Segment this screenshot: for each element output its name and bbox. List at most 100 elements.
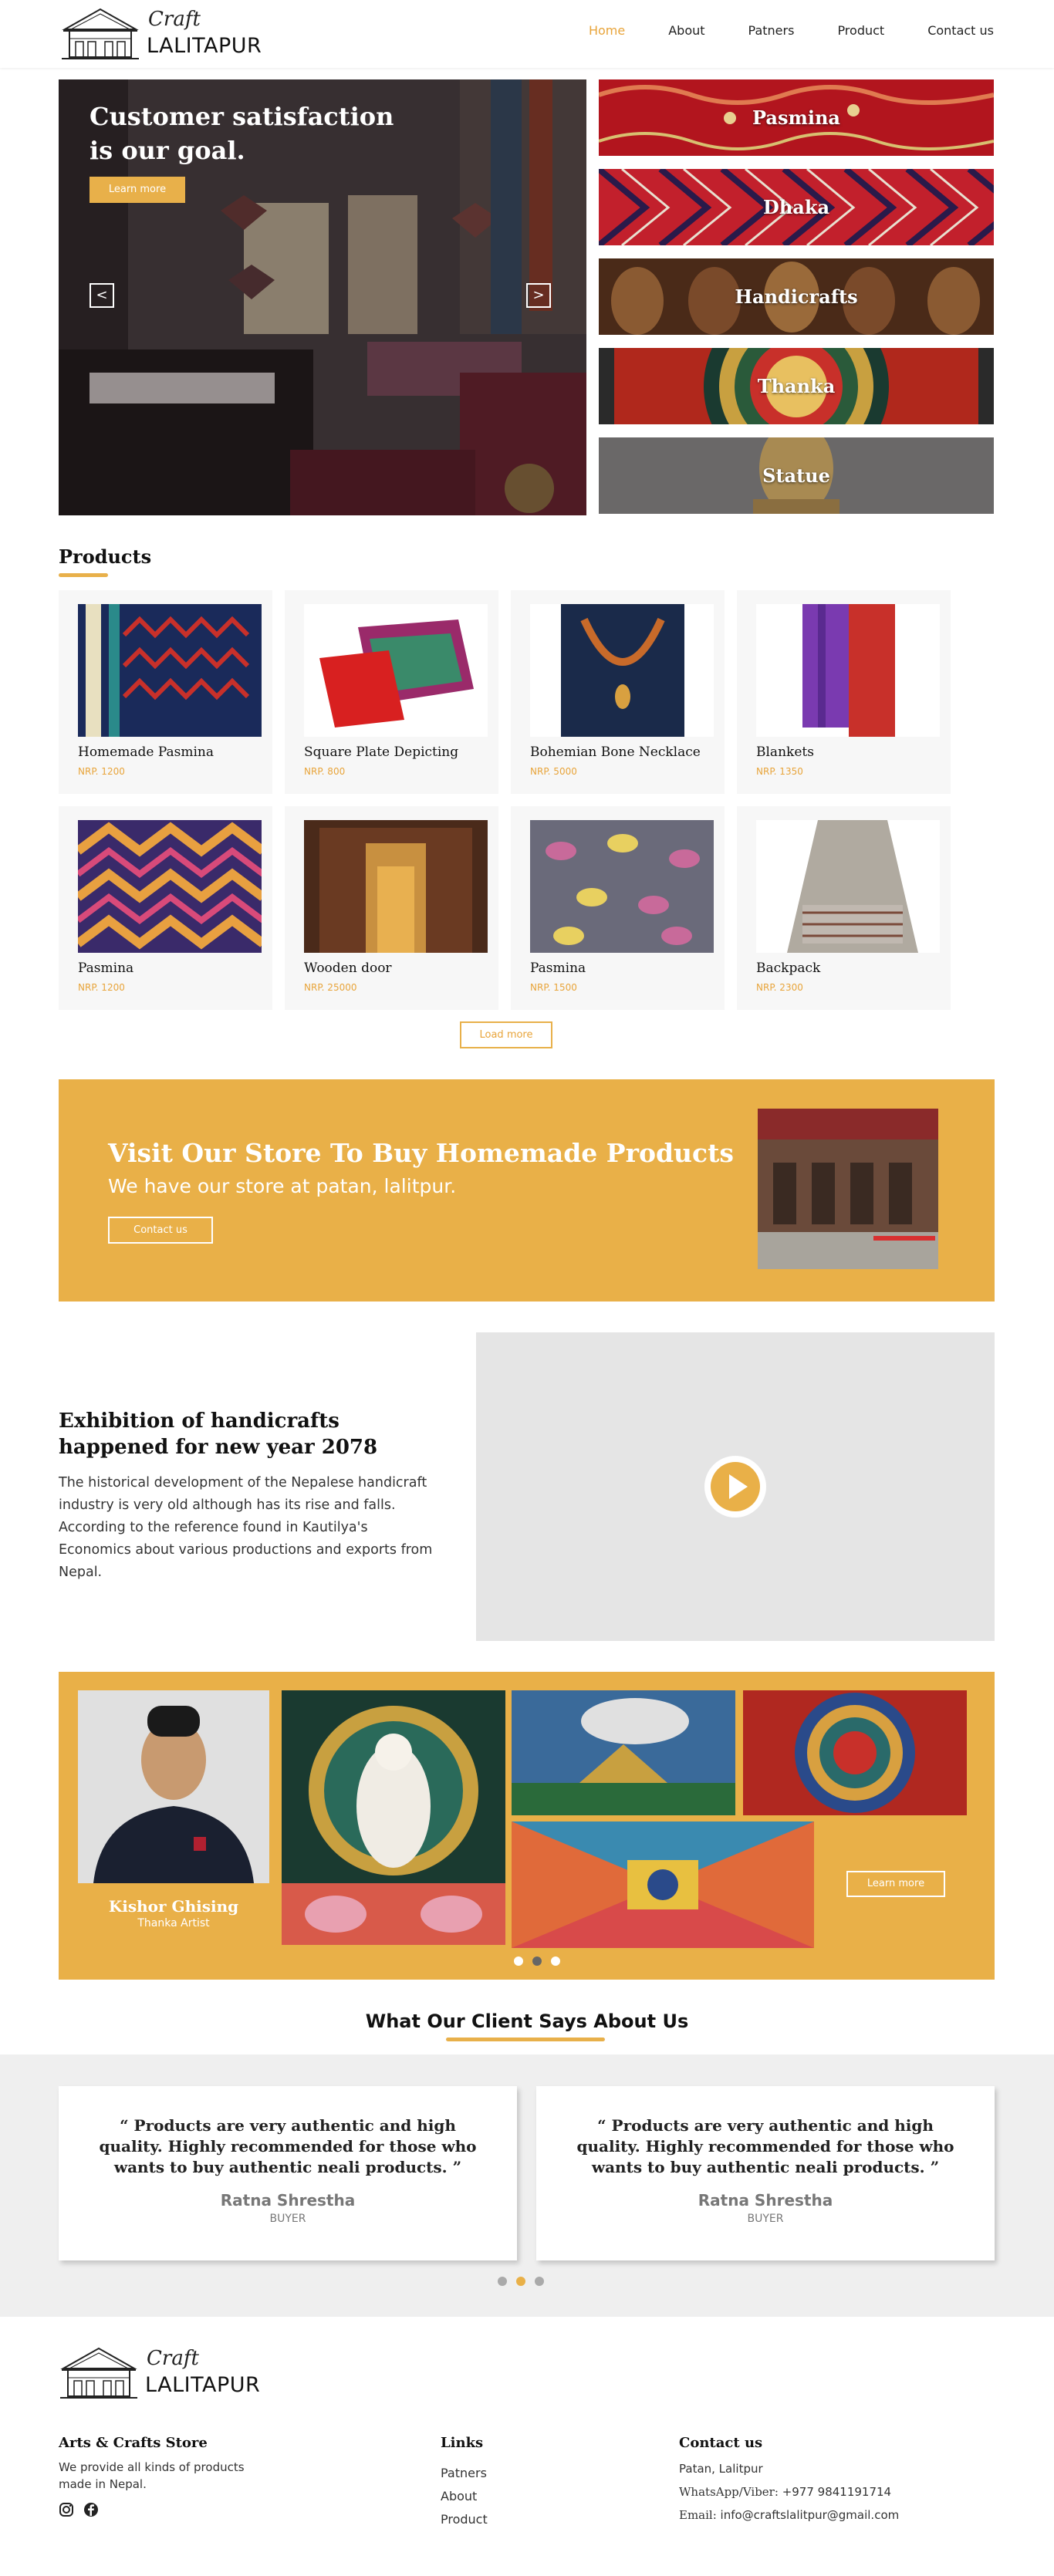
slider-dot[interactable]: [532, 1956, 542, 1966]
footer-address: Patan, Lalitpur: [679, 2462, 763, 2476]
product-image: [756, 820, 940, 953]
category-tile-handicrafts[interactable]: Handicrafts: [599, 258, 994, 335]
category-label: Statue: [762, 464, 830, 487]
product-price: NRP. 1200: [78, 982, 125, 993]
footer-phone-row: WhatsApp/Viber: +977 9841191714: [679, 2483, 891, 2500]
facebook-icon[interactable]: [83, 2502, 99, 2517]
product-price: NRP. 2300: [756, 982, 803, 993]
testimonial-role: BUYER: [747, 2213, 784, 2225]
product-price: NRP. 1500: [530, 982, 577, 993]
artist-showcase: Kishor Ghising Thanka Artist Learn more: [59, 1672, 995, 1980]
temple-logo-icon: [60, 2347, 137, 2399]
hero-prev-arrow-icon[interactable]: <: [90, 283, 114, 308]
product-card[interactable]: Bohemian Bone Necklace NRP. 5000: [511, 590, 725, 794]
nav-patners[interactable]: Patners: [748, 23, 795, 38]
footer-phone[interactable]: +977 9841191714: [782, 2485, 891, 2499]
hero-learn-more-button[interactable]: Learn more: [90, 177, 185, 203]
product-card[interactable]: Wooden door NRP. 25000: [285, 806, 498, 1010]
nav-contact[interactable]: Contact us: [927, 23, 994, 38]
category-tile-thanka[interactable]: Thanka: [599, 348, 994, 424]
slider-dot[interactable]: [514, 1956, 523, 1966]
artist-photo: [78, 1690, 269, 1883]
footer-logo[interactable]: Craft LALITAPUR: [59, 2345, 261, 2399]
testimonial-card: “ Products are very authentic and high q…: [536, 2086, 995, 2260]
product-image: [756, 604, 940, 737]
footer-about-text: We provide all kinds of products made in…: [59, 2460, 245, 2491]
product-price: NRP. 1200: [78, 766, 125, 777]
thanka-art-image: [512, 1690, 735, 1815]
footer-link-product[interactable]: Product: [441, 2512, 488, 2527]
product-name: Pasmina: [530, 961, 586, 976]
nav-about[interactable]: About: [668, 23, 704, 38]
thanka-art-image: [512, 1821, 814, 1948]
nav-product[interactable]: Product: [837, 23, 884, 38]
play-icon[interactable]: [704, 1456, 766, 1518]
product-name: Backpack: [756, 961, 821, 976]
product-card[interactable]: Pasmina NRP. 1500: [511, 806, 725, 1010]
product-card[interactable]: Blankets NRP. 1350: [737, 590, 951, 794]
exhibition-video[interactable]: [476, 1332, 995, 1641]
exhibition-title: Exhibition of handicrafts happened for n…: [59, 1410, 378, 1459]
product-card[interactable]: Homemade Pasmina NRP. 1200: [59, 590, 272, 794]
nav-home[interactable]: Home: [589, 23, 625, 38]
product-price: NRP. 800: [304, 766, 346, 777]
product-image: [530, 604, 714, 737]
category-tile-dhaka[interactable]: Dhaka: [599, 169, 994, 245]
hero-next-arrow-icon[interactable]: >: [526, 283, 551, 308]
category-tile-statue[interactable]: Statue: [599, 437, 994, 514]
product-name: Square Plate Depicting: [304, 744, 459, 760]
testimonials-heading-underline: [446, 2038, 605, 2041]
footer-about-title: Arts & Crafts Store: [59, 2435, 208, 2451]
footer-link-about[interactable]: About: [441, 2489, 477, 2503]
store-subtitle: We have our store at patan, lalitpur.: [108, 1175, 457, 1197]
footer-email[interactable]: info@craftslalitpur@gmail.com: [721, 2508, 900, 2522]
logo-name-text: LALITAPUR: [147, 34, 262, 58]
load-more-button[interactable]: Load more: [460, 1021, 552, 1048]
product-name: Homemade Pasmina: [78, 744, 215, 760]
product-price: NRP. 5000: [530, 766, 577, 777]
product-card[interactable]: Backpack NRP. 2300: [737, 806, 951, 1010]
product-name: Bohemian Bone Necklace: [530, 744, 701, 760]
instagram-icon[interactable]: [59, 2502, 74, 2517]
slider-dot[interactable]: [551, 1956, 560, 1966]
testimonial-dot[interactable]: [498, 2277, 507, 2286]
product-card[interactable]: Square Plate Depicting NRP. 800: [285, 590, 498, 794]
thanka-art-image: [743, 1690, 967, 1815]
testimonials-section: “ Products are very authentic and high q…: [0, 2054, 1054, 2317]
products-heading-underline: [59, 573, 108, 577]
testimonial-author: Ratna Shrestha: [220, 2191, 356, 2210]
category-tile-pasmina[interactable]: Pasmina: [599, 79, 994, 156]
footer-email-row: Email: info@craftslalitpur@gmail.com: [679, 2507, 899, 2524]
store-contact-button[interactable]: Contact us: [108, 1217, 213, 1244]
product-image: [530, 820, 714, 953]
product-name: Blankets: [756, 744, 814, 760]
category-label: Handicrafts: [735, 285, 858, 308]
product-price: NRP. 1350: [756, 766, 803, 777]
footer-email-label: Email:: [679, 2508, 717, 2522]
logo-script-text: Craft: [148, 8, 201, 31]
testimonial-dot[interactable]: [516, 2277, 525, 2286]
logo-script-text: Craft: [147, 2347, 199, 2370]
thanka-art-image: [282, 1690, 505, 1945]
testimonial-card: “ Products are very authentic and high q…: [59, 2086, 517, 2260]
store-title: Visit Our Store To Buy Homemade Products: [108, 1138, 734, 1168]
products-heading: Products: [59, 545, 152, 568]
product-name: Wooden door: [304, 961, 392, 976]
product-price: NRP. 25000: [304, 982, 357, 993]
artist-name: Kishor Ghising: [108, 1897, 239, 1916]
testimonial-role: BUYER: [269, 2213, 306, 2225]
footer-phone-label: WhatsApp/Viber:: [679, 2485, 779, 2499]
product-image: [78, 820, 262, 953]
category-label: Pasmina: [752, 106, 840, 129]
testimonials-heading: What Our Client Says About Us: [365, 2010, 689, 2032]
artist-learn-more-button[interactable]: Learn more: [846, 1871, 945, 1897]
site-header: Craft LALITAPUR Home About Patners Produ…: [0, 0, 1054, 68]
store-image: [758, 1109, 938, 1269]
testimonial-dot[interactable]: [535, 2277, 544, 2286]
testimonial-author: Ratna Shrestha: [698, 2191, 833, 2210]
product-card[interactable]: Pasmina NRP. 1200: [59, 806, 272, 1010]
artist-role: Thanka Artist: [137, 1917, 210, 1929]
site-logo[interactable]: Craft LALITAPUR: [60, 6, 262, 60]
logo-name-text: LALITAPUR: [145, 2373, 261, 2397]
footer-link-patners[interactable]: Patners: [441, 2466, 487, 2480]
